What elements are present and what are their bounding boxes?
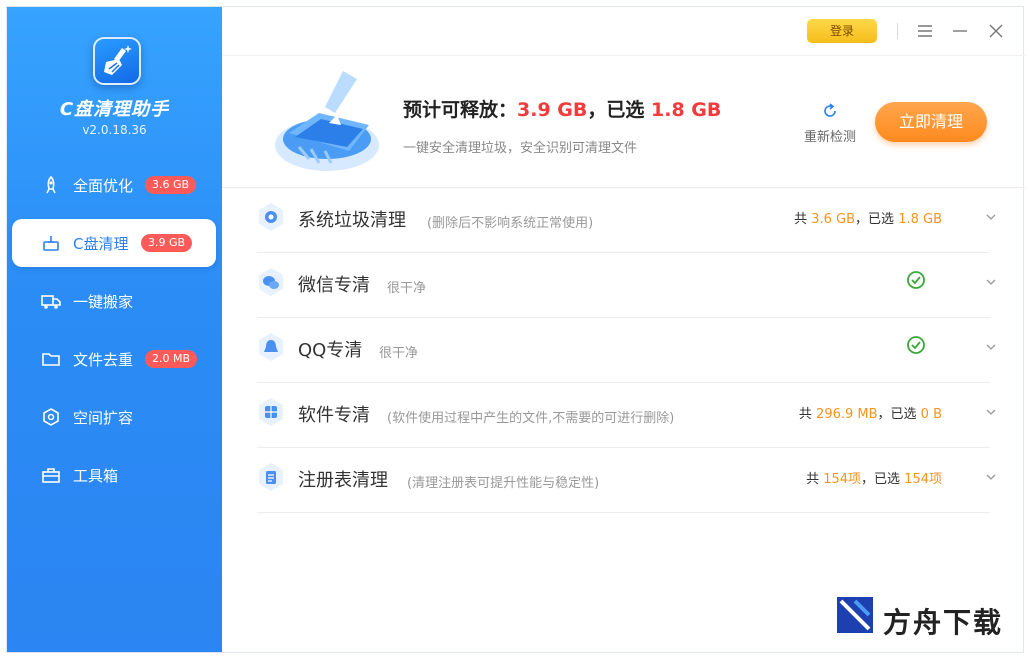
cube-icon (40, 406, 62, 428)
row-desc: (清理注册表可提升性能与稳定性) (407, 476, 600, 491)
selected-size: 1.8 GB (651, 99, 722, 121)
divider (222, 55, 1025, 56)
sidebar-item-label: 文件去重 (73, 350, 134, 369)
watermark-text: 方舟下载 (883, 606, 1004, 639)
watermark: 方舟下载 (835, 595, 1013, 641)
size-badge: 3.9 GB (141, 234, 193, 252)
rocket-icon (40, 174, 62, 196)
broom-illustration (269, 63, 389, 183)
stat-label: ，已选 (877, 407, 921, 422)
row-title: 注册表清理 (298, 470, 388, 491)
stat-selected: 154项 (904, 472, 942, 487)
sidebar-item-label: C盘清理 (73, 234, 129, 253)
sidebar-item-label: 一键搬家 (73, 292, 134, 311)
list-item-wechat[interactable]: 微信专清 很干净 (257, 253, 996, 318)
truck-icon (40, 290, 62, 312)
hero-subtitle: 一键安全清理垃圾，安全识别可清理文件 (403, 141, 638, 156)
row-title: 微信专清 (298, 275, 370, 296)
sidebar-item-full-optimize[interactable]: 全面优化 3.6 GB (12, 161, 216, 209)
watermark-logo-icon (837, 597, 873, 633)
sidebar-item-move[interactable]: 一键搬家 (12, 277, 216, 325)
list-item-software[interactable]: 软件专清 (软件使用过程中产生的文件,不需要的可进行删除) 共 296.9 MB… (257, 383, 996, 448)
stat-label: 共 (794, 212, 812, 227)
row-title: 软件专清 (298, 405, 370, 426)
rescan-label: 重新检测 (803, 130, 856, 145)
registry-icon (259, 463, 283, 491)
qq-icon (259, 333, 283, 361)
release-summary: 预计可释放：3.9 GB，已选 1.8 GB (403, 95, 721, 122)
list-item-system-junk[interactable]: 系统垃圾清理 (删除后不影响系统正常使用) 共 3.6 GB，已选 1.8 GB (257, 188, 996, 253)
row-stat: 共 154项，已选 154项 (806, 468, 942, 487)
chevron-down-icon[interactable] (984, 210, 998, 224)
clean-now-button[interactable]: 立即清理 (875, 102, 987, 142)
app-icon (259, 398, 283, 426)
close-icon[interactable] (986, 21, 1006, 41)
gear-icon (259, 203, 283, 231)
sidebar-item-label: 空间扩容 (73, 408, 134, 427)
rescan-button[interactable]: 重新检测 (800, 102, 860, 145)
sidebar-item-expand[interactable]: 空间扩容 (12, 393, 216, 441)
app-name: C盘清理助手 (59, 99, 170, 120)
row-title: 系统垃圾清理 (298, 210, 406, 231)
row-title: QQ专清 (298, 340, 363, 361)
app-logo (93, 37, 141, 85)
list-item-registry[interactable]: 注册表清理 (清理注册表可提升性能与稳定性) 共 154项，已选 154项 (257, 448, 996, 513)
toolbox-icon (40, 464, 62, 486)
sidebar-item-label: 全面优化 (73, 176, 134, 195)
row-desc: 很干净 (379, 346, 419, 361)
menu-icon[interactable] (915, 21, 935, 41)
stat-label: ，已选 (861, 472, 905, 487)
row-desc: (软件使用过程中产生的文件,不需要的可进行删除) (387, 411, 675, 426)
stat-total: 3.6 GB (811, 212, 856, 227)
chevron-down-icon[interactable] (984, 275, 998, 289)
row-desc: 很干净 (387, 281, 427, 296)
sidebar-item-c-clean[interactable]: C盘清理 3.9 GB (12, 219, 216, 267)
release-prefix: 预计可释放： (403, 99, 518, 121)
stat-selected: 1.8 GB (898, 212, 942, 227)
sidebar-item-label: 工具箱 (73, 466, 119, 485)
divider (897, 23, 898, 39)
stat-label: ，已选 (855, 212, 899, 227)
chevron-down-icon[interactable] (984, 470, 998, 484)
sidebar-item-toolbox[interactable]: 工具箱 (12, 451, 216, 499)
clean-icon (40, 232, 62, 254)
selected-prefix: ，已选 (587, 99, 645, 121)
minimize-icon[interactable] (950, 21, 970, 41)
app-version: v2.0.18.36 (82, 123, 147, 137)
check-circle-icon (907, 271, 925, 289)
size-badge: 3.6 GB (145, 176, 197, 194)
stat-label: 共 (798, 407, 817, 422)
stat-label: 共 (806, 472, 824, 487)
broom-logo-icon (104, 45, 132, 75)
row-desc: (删除后不影响系统正常使用) (427, 216, 594, 231)
row-stat: 共 3.6 GB，已选 1.8 GB (794, 208, 942, 227)
folder-icon (40, 348, 62, 370)
size-badge: 2.0 MB (145, 350, 198, 368)
row-stat: 共 296.9 MB，已选 0 B (799, 403, 942, 422)
chevron-down-icon[interactable] (984, 340, 998, 354)
sidebar-item-dedupe[interactable]: 文件去重 2.0 MB (12, 335, 216, 383)
stat-total: 296.9 MB (816, 407, 878, 422)
wechat-icon (259, 268, 283, 296)
stat-selected: 0 B (920, 407, 942, 422)
refresh-icon (824, 103, 836, 117)
login-button[interactable]: 登录 (807, 19, 877, 43)
check-circle-icon (907, 336, 925, 354)
app-window: C盘清理助手 v2.0.18.36 全面优化 3.6 GB C盘清理 3.9 G… (6, 6, 1025, 653)
list-item-qq[interactable]: QQ专清 很干净 (257, 318, 996, 383)
stat-total: 154项 (823, 472, 862, 487)
sidebar: C盘清理助手 v2.0.18.36 全面优化 3.6 GB C盘清理 3.9 G… (7, 7, 222, 652)
chevron-down-icon[interactable] (984, 405, 998, 419)
release-size: 3.9 GB (517, 99, 588, 121)
